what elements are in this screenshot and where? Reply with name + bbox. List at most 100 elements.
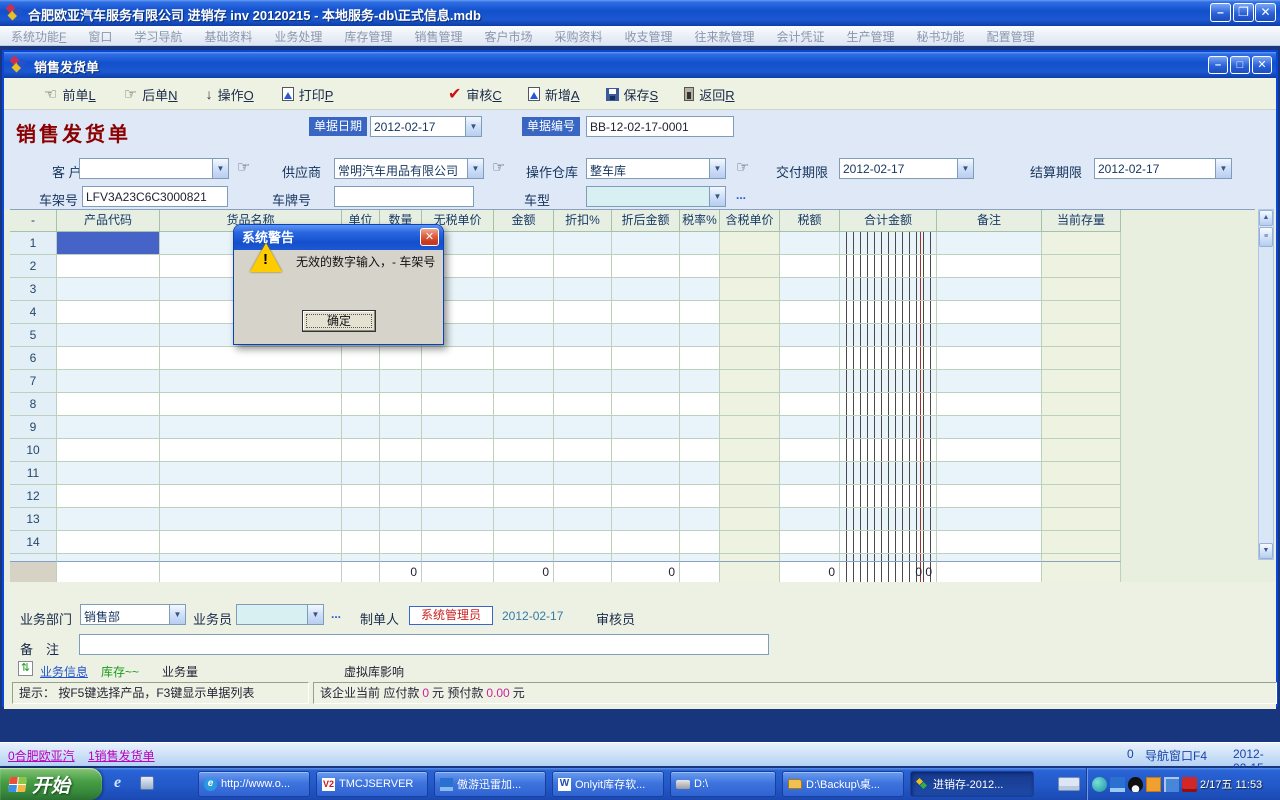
cell[interactable] bbox=[680, 393, 720, 416]
cell[interactable] bbox=[1042, 347, 1121, 370]
cell[interactable] bbox=[720, 232, 780, 255]
cell[interactable] bbox=[780, 278, 840, 301]
menu-item-3[interactable]: 学习导航 bbox=[123, 26, 193, 46]
cell[interactable] bbox=[494, 232, 554, 255]
doc-no-input[interactable] bbox=[586, 116, 734, 137]
history-icon[interactable] bbox=[1092, 777, 1107, 792]
cell[interactable] bbox=[780, 255, 840, 278]
ie-quicklaunch-icon[interactable]: e bbox=[114, 774, 121, 792]
cell[interactable] bbox=[937, 508, 1042, 531]
cell[interactable] bbox=[937, 393, 1042, 416]
cell[interactable] bbox=[494, 347, 554, 370]
cell[interactable] bbox=[680, 255, 720, 278]
toolbar-button-o[interactable]: ↓操作O bbox=[206, 85, 254, 104]
cell[interactable] bbox=[554, 508, 612, 531]
cell[interactable] bbox=[160, 416, 342, 439]
cell[interactable] bbox=[380, 462, 422, 485]
scrollbar-thumb[interactable]: ≡ bbox=[1259, 227, 1273, 247]
cell[interactable] bbox=[160, 462, 342, 485]
cell[interactable] bbox=[1042, 393, 1121, 416]
doc-date-combo[interactable]: 2012-02-17▼ bbox=[370, 116, 482, 137]
cell[interactable] bbox=[612, 439, 680, 462]
cell[interactable] bbox=[380, 531, 422, 554]
cell[interactable] bbox=[840, 439, 937, 462]
menu-item-4[interactable]: 基础资料 bbox=[193, 26, 263, 46]
menu-item-1[interactable]: 系统功能F bbox=[0, 26, 77, 46]
cell[interactable] bbox=[720, 278, 780, 301]
toolbar-button-s[interactable]: 保存S bbox=[606, 85, 659, 104]
toolbar-button-a[interactable]: 新增A bbox=[528, 85, 580, 104]
chevron-down-icon[interactable]: ▼ bbox=[709, 187, 725, 206]
toolbar-button-c[interactable]: ✔审核C bbox=[448, 84, 502, 104]
cell[interactable] bbox=[160, 508, 342, 531]
start-button[interactable]: 开始 bbox=[0, 768, 102, 800]
chevron-down-icon[interactable]: ▼ bbox=[212, 159, 228, 178]
menu-item-10[interactable]: 收支管理 bbox=[613, 26, 683, 46]
task-button-6[interactable]: D:\Backup\桌... bbox=[782, 771, 904, 797]
cell[interactable] bbox=[780, 324, 840, 347]
cell[interactable] bbox=[57, 347, 160, 370]
cell[interactable] bbox=[937, 370, 1042, 393]
nav-window-label[interactable]: 导航窗口F4 bbox=[1145, 747, 1207, 764]
cell[interactable] bbox=[554, 416, 612, 439]
cell[interactable] bbox=[494, 416, 554, 439]
cell[interactable] bbox=[780, 508, 840, 531]
cell[interactable] bbox=[720, 347, 780, 370]
cell[interactable] bbox=[342, 370, 380, 393]
cell[interactable] bbox=[720, 301, 780, 324]
cell[interactable] bbox=[57, 278, 160, 301]
cell[interactable] bbox=[422, 485, 494, 508]
cell[interactable] bbox=[840, 255, 937, 278]
salesman-more-button[interactable]: ... bbox=[331, 607, 341, 621]
cell[interactable] bbox=[57, 439, 160, 462]
cell[interactable] bbox=[780, 462, 840, 485]
cell[interactable] bbox=[780, 232, 840, 255]
task-button-5[interactable]: D:\ bbox=[670, 771, 776, 797]
cell[interactable] bbox=[342, 416, 380, 439]
dialog-close-icon[interactable]: ✕ bbox=[420, 228, 439, 246]
cell[interactable] bbox=[380, 439, 422, 462]
scroll-up-icon[interactable]: ▲ bbox=[1259, 210, 1273, 226]
cell[interactable] bbox=[380, 347, 422, 370]
cell[interactable] bbox=[57, 324, 160, 347]
cell[interactable] bbox=[1042, 255, 1121, 278]
cell[interactable] bbox=[494, 508, 554, 531]
menu-item-11[interactable]: 往来款管理 bbox=[684, 26, 766, 46]
cell[interactable] bbox=[612, 347, 680, 370]
cell[interactable] bbox=[612, 508, 680, 531]
cell[interactable] bbox=[57, 370, 160, 393]
chevron-down-icon[interactable]: ▼ bbox=[957, 159, 973, 178]
child-maximize-button[interactable]: □ bbox=[1230, 56, 1250, 74]
cell[interactable] bbox=[554, 370, 612, 393]
cell[interactable] bbox=[780, 393, 840, 416]
cell[interactable] bbox=[612, 255, 680, 278]
cell[interactable] bbox=[1042, 278, 1121, 301]
cell[interactable] bbox=[554, 393, 612, 416]
cell[interactable] bbox=[840, 416, 937, 439]
cell[interactable] bbox=[780, 531, 840, 554]
cell[interactable] bbox=[494, 278, 554, 301]
chevron-down-icon[interactable]: ▼ bbox=[1215, 159, 1231, 178]
cell[interactable] bbox=[380, 370, 422, 393]
cell[interactable] bbox=[342, 462, 380, 485]
cell[interactable] bbox=[494, 439, 554, 462]
cell[interactable] bbox=[494, 370, 554, 393]
remark-input[interactable] bbox=[79, 634, 769, 655]
cell[interactable] bbox=[937, 439, 1042, 462]
cell[interactable] bbox=[612, 370, 680, 393]
cell[interactable] bbox=[680, 531, 720, 554]
delivery-combo[interactable]: 2012-02-17▼ bbox=[839, 158, 974, 179]
chevron-down-icon[interactable]: ▼ bbox=[709, 159, 725, 178]
cell[interactable] bbox=[422, 531, 494, 554]
window-link-main[interactable]: 0合肥欧亚汽 bbox=[8, 747, 75, 764]
cell[interactable] bbox=[680, 232, 720, 255]
cell[interactable] bbox=[612, 462, 680, 485]
supplier-lookup-hand-icon[interactable]: ☞ bbox=[492, 158, 505, 176]
cell[interactable] bbox=[1042, 370, 1121, 393]
cell[interactable] bbox=[422, 370, 494, 393]
cell[interactable] bbox=[720, 462, 780, 485]
cell[interactable] bbox=[57, 393, 160, 416]
cell[interactable] bbox=[612, 485, 680, 508]
toolbar-button-r[interactable]: 返回R bbox=[684, 85, 734, 104]
chevron-down-icon[interactable]: ▼ bbox=[169, 605, 185, 624]
